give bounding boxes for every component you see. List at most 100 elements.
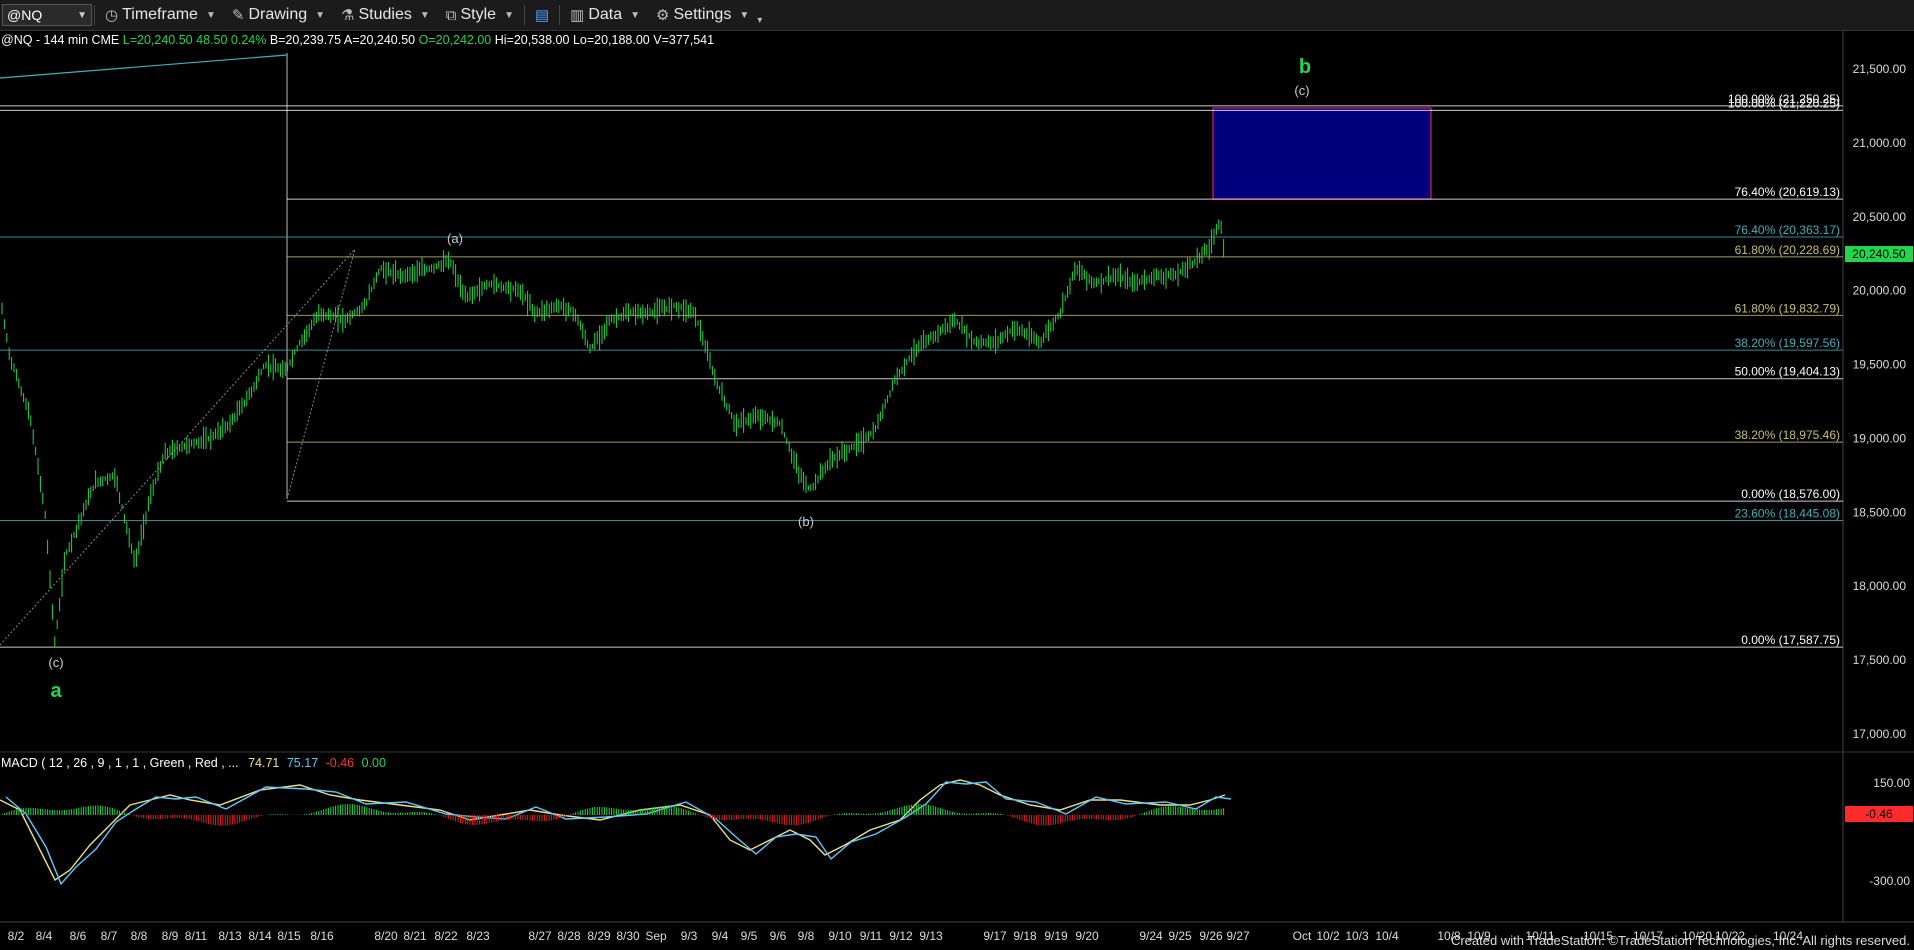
date-axis-label: 9/6 [770,929,787,943]
flask-icon: ⚗ [341,7,355,24]
date-axis-label: 8/30 [616,929,640,943]
fib-level-label: 38.20% (19,597.56) [1735,336,1840,350]
price-axis-label: 17,500.00 [1853,653,1907,667]
drawing-label: Drawing [248,6,308,23]
target-zone-box[interactable] [1212,107,1432,200]
symbol-selector[interactable]: @NQ ▼ [2,4,92,26]
toolbar-divider [94,5,95,25]
macd-value-3: -0.46 [325,756,355,770]
date-axis-label: 8/11 [185,929,208,943]
fib-level-group: 100.00% (21,250.25)100.00% (21,220.25) 76… [0,92,1843,648]
high-price: Hi=20,538.00 [494,33,570,47]
volume: V=377,541 [653,33,715,47]
fib-level-label: 61.80% (20,228.69) [1735,243,1840,257]
symbol-info-bar: @NQ - 144 min CME L=20,240.50 48.50 0.24… [1,33,714,47]
drawing-menu[interactable]: ✎ Drawing ▼ [224,2,333,28]
date-axis-label: 9/10 [828,929,852,943]
chevron-down-icon: ▼ [419,9,430,21]
layout-button[interactable]: ▤ [527,2,557,28]
price-axis-label: 18,500.00 [1853,505,1907,519]
price-axis-label: 17,000.00 [1853,727,1907,741]
date-axis-label: 9/27 [1226,929,1250,943]
macd-pane [0,779,1232,886]
macd-line [0,779,1226,882]
fib-level-label: 0.00% (17,587.75) [1741,633,1840,647]
more-icon[interactable]: ▾ [757,15,762,26]
macd-value-tag-text: -0.46 [1865,807,1893,821]
date-axis-label: 9/18 [1013,929,1037,943]
ask-price: A=20,240.50 [343,33,416,47]
price-axis[interactable]: 21,500.00 21,000.00 20,500.00 20,000.00 19,5… [1853,62,1907,741]
date-axis-label: 8/4 [36,929,53,943]
studies-menu[interactable]: ⚗ Studies ▼ [333,2,438,28]
macd-axis-label: 150.00 [1873,776,1910,790]
date-axis-label: 8/16 [310,929,334,943]
date-axis-label: 9/26 [1199,929,1223,943]
date-axis-label: 9/3 [681,929,698,943]
price-axis-label: 21,500.00 [1853,62,1907,76]
settings-menu[interactable]: ⚙ Settings ▼ [648,2,757,28]
data-menu[interactable]: ▥ Data ▼ [562,2,648,28]
studies-label: Studies [358,6,412,23]
date-axis-label: 8/2 [8,929,25,943]
price-axis-label: 18,000.00 [1853,579,1907,593]
trend-line [0,54,288,79]
date-axis-label: 8/28 [557,929,581,943]
date-axis-label: 8/6 [70,929,87,943]
wave-label-a: (a) [447,231,463,246]
date-axis-label: 8/21 [403,929,427,943]
chevron-down-icon: ▼ [739,9,750,21]
price-axis-label: 20,000.00 [1853,284,1907,298]
symbol-text: @NQ [7,7,43,23]
chevron-down-icon: ▼ [77,9,87,21]
wave-label-big-b: b [1299,56,1311,78]
net-change: 48.50 [196,33,228,47]
date-axis-label: 9/13 [919,929,943,943]
wave-label-c-bottom: (c) [48,655,63,670]
date-axis-label: 9/24 [1139,929,1163,943]
date-axis-label: 10/2 [1316,929,1340,943]
timeframe-menu[interactable]: ◷ Timeframe ▼ [97,2,224,28]
date-axis-label: Oct [1293,929,1312,943]
date-axis-label: 9/4 [712,929,729,943]
bid-price: B=20,239.75 [269,33,342,47]
chevron-down-icon: ▼ [205,9,216,21]
date-axis-label: Sep [645,929,667,943]
wave-label-c-top: (c) [1294,83,1309,98]
gear-icon: ⚙ [656,7,670,24]
macd-name: MACD ( 12 , 26 , 9 , 1 , 1 , Green , Red… [1,756,239,770]
fib-level-label: 23.60% (18,445.08) [1735,506,1840,520]
trend-line-dotted [286,248,356,500]
price-chart[interactable]: 100.00% (21,250.25)100.00% (21,220.25) 76… [0,0,1914,950]
date-axis-label: 9/25 [1168,929,1192,943]
date-axis-label: 8/9 [162,929,179,943]
date-axis-label: 8/14 [248,929,272,943]
layout-icon: ▤ [534,7,550,24]
fib-level-label: 76.40% (20,619.13) [1735,185,1840,199]
style-icon: ⧉ [445,6,457,24]
symbol-description: @NQ - 144 min CME [1,33,120,47]
low-price: Lo=20,188.00 [572,33,650,47]
macd-signal-line [5,781,1232,886]
date-axis-label: 9/11 [860,929,883,943]
last-price: L=20,240.50 [122,33,193,47]
last-price-tag [1845,246,1913,262]
toolbar-divider [559,5,561,25]
date-axis-label: 8/27 [528,929,552,943]
date-axis-label: 9/5 [741,929,758,943]
chevron-down-icon: ▼ [630,9,641,21]
fib-level-label: 76.40% (20,363.17) [1735,223,1840,237]
data-label: Data [588,6,623,23]
fib-level-label: 100.00% (21,220.25) [1728,96,1840,110]
wave-label-b: (b) [798,514,814,529]
style-label: Style [460,6,497,23]
date-axis-label: 9/8 [798,929,815,943]
macd-axis-label: -300.00 [1869,874,1910,888]
chevron-down-icon: ▼ [504,9,514,21]
date-axis-label: 8/22 [434,929,458,943]
price-bars [1,219,1225,648]
date-axis-label: 10/4 [1375,929,1399,943]
macd-value-4: 0.00 [361,756,386,770]
style-menu[interactable]: ⧉ Style ▼ [438,2,522,28]
price-axis-label: 19,500.00 [1853,358,1907,372]
